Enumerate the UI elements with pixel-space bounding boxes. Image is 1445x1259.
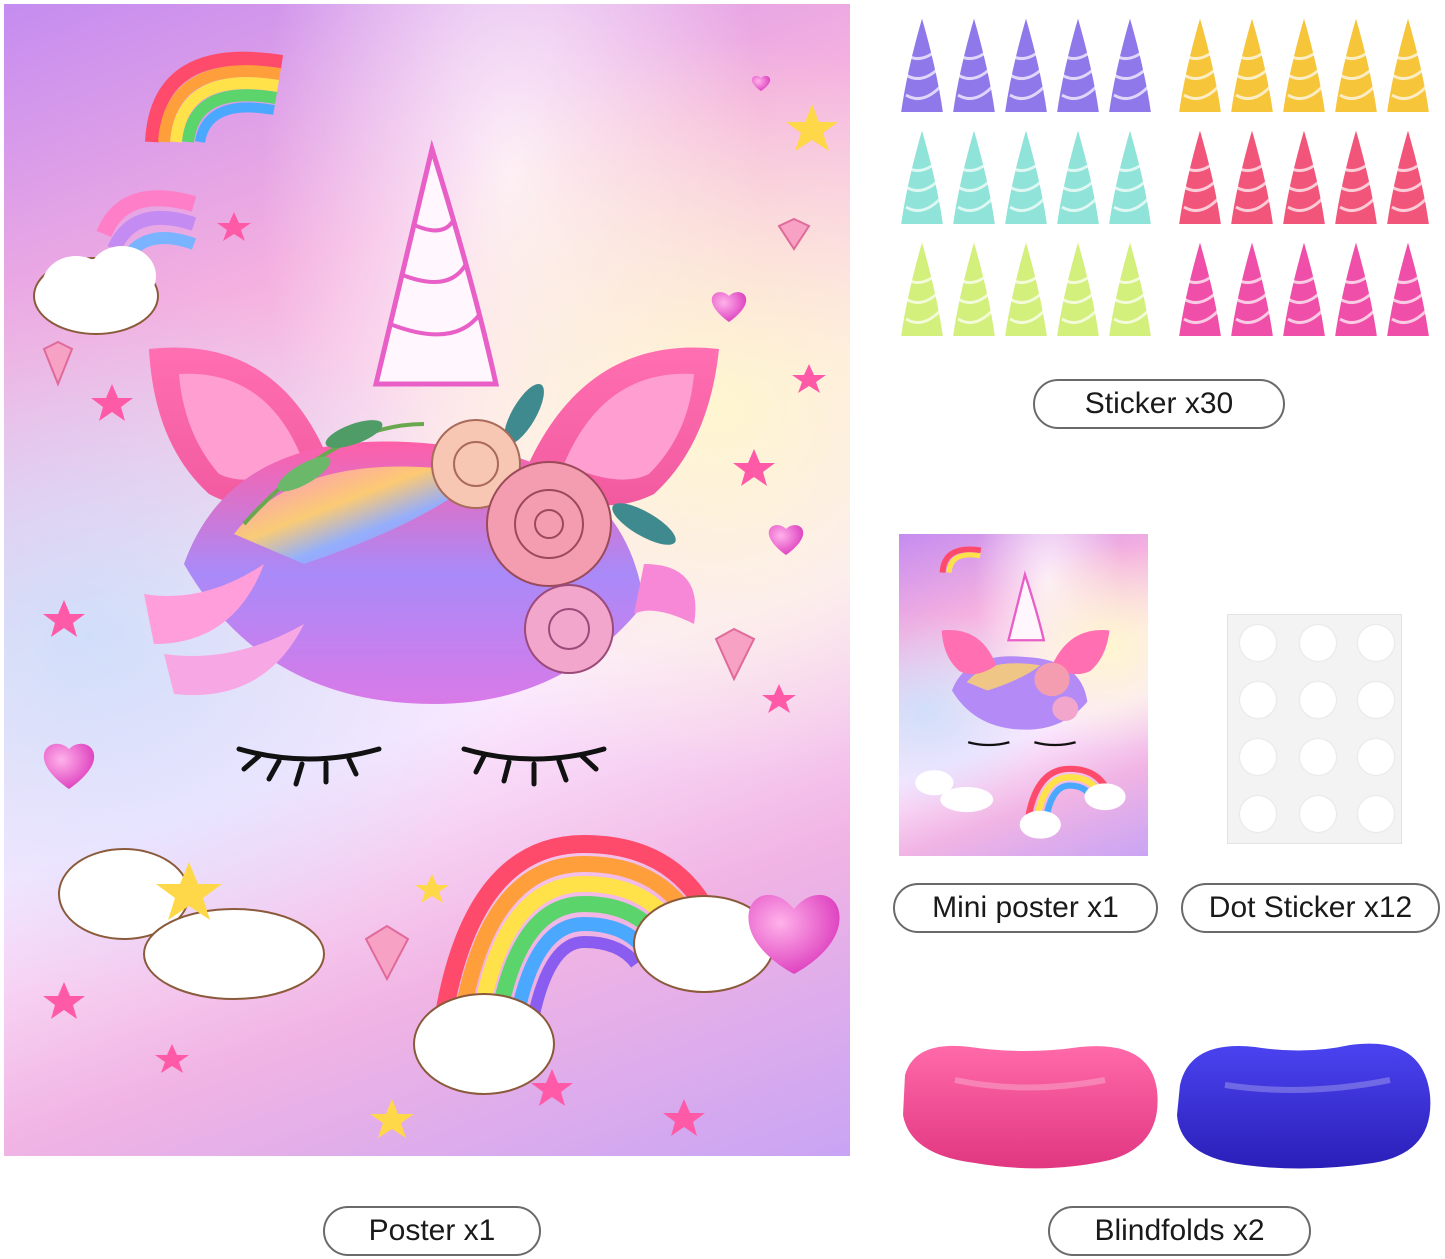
unicorn-horn-icon (950, 123, 998, 226)
unicorn-horn-icon (898, 235, 946, 338)
unicorn-horn-icon (1384, 235, 1432, 338)
unicorn-horn-icon (950, 11, 998, 114)
mini-poster-label: Mini poster x1 (893, 883, 1158, 933)
dot-sticker-label: Dot Sticker x12 (1181, 883, 1440, 933)
unicorn-horn-icon (950, 235, 998, 338)
unicorn-horn-icon (1054, 235, 1102, 338)
dot-sticker (1300, 625, 1336, 661)
unicorn-horn-icon (1002, 11, 1050, 114)
dot-sticker (1300, 739, 1336, 775)
mini-poster (899, 534, 1148, 856)
pink-blindfold (903, 1045, 1158, 1169)
unicorn-horn-icon (1106, 235, 1154, 338)
sticker-count-label: Sticker x30 (1033, 379, 1285, 429)
dot-sticker (1240, 796, 1276, 832)
unicorn-horn-icon (1228, 123, 1276, 226)
unicorn-poster (4, 4, 850, 1156)
unicorn-horn-icon (1384, 123, 1432, 226)
blindfolds-label: Blindfolds x2 (1048, 1206, 1311, 1256)
eyelash-icon (236, 746, 607, 787)
unicorn-horn-icon (1054, 11, 1102, 114)
unicorn-horn-icon (1106, 11, 1154, 114)
unicorn-horn-icon (1280, 235, 1328, 338)
dot-sticker (1240, 682, 1276, 718)
unicorn-horn-icon (1002, 123, 1050, 226)
unicorn-horn-icon (1332, 123, 1380, 226)
unicorn-horn-icon (1176, 235, 1224, 338)
unicorn-horn-icon (1002, 235, 1050, 338)
unicorn-horn-icon (1332, 11, 1380, 114)
dot-sticker (1358, 796, 1394, 832)
horn-stickers-sheet (895, 10, 1435, 345)
unicorn-horn-icon (898, 11, 946, 114)
unicorn-horn-icon (1228, 11, 1276, 114)
unicorn-horn-icon (1280, 123, 1328, 226)
dot-sticker (1240, 739, 1276, 775)
cloud-icon (33, 190, 197, 335)
unicorn-horn-icon (372, 139, 500, 387)
dot-sticker-sheet (1227, 614, 1402, 844)
blindfolds (895, 1035, 1440, 1175)
dot-sticker (1358, 625, 1394, 661)
rainbow-icon (145, 51, 284, 144)
blue-blindfold (1177, 1043, 1431, 1169)
dot-sticker (1300, 682, 1336, 718)
unicorn-horn-icon (1176, 11, 1224, 114)
unicorn-horn-icon (1106, 123, 1154, 226)
unicorn-horn-icon (1280, 11, 1328, 114)
dot-sticker (1300, 796, 1336, 832)
unicorn-horn-icon (1176, 123, 1224, 226)
unicorn-horn-icon (898, 123, 946, 226)
dot-sticker (1358, 682, 1394, 718)
dot-sticker (1358, 739, 1394, 775)
unicorn-horn-icon (1332, 235, 1380, 338)
poster-label: Poster x1 (323, 1206, 541, 1256)
unicorn-horn-icon (1054, 123, 1102, 226)
unicorn-horn-icon (1228, 235, 1276, 338)
dot-sticker (1240, 625, 1276, 661)
unicorn-horn-icon (1384, 11, 1432, 114)
